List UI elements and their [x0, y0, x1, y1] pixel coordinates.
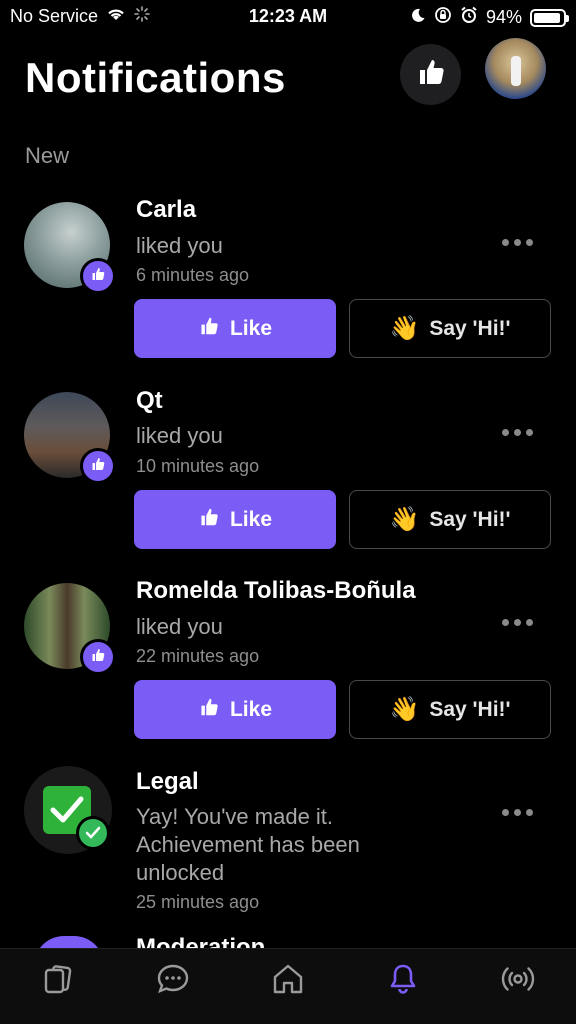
waving-hand-icon: 👋 [389, 315, 420, 342]
notification-name: Carla [136, 196, 197, 223]
nav-chat[interactable] [143, 961, 203, 1017]
user-avatar[interactable] [24, 392, 116, 484]
notification-text: Yay! You've made it. Achievement has bee… [136, 804, 360, 885]
notification-name: Legal [136, 768, 199, 795]
status-bar: No Service 12:23 AM 94% [0, 0, 576, 34]
achievement-avatar[interactable] [24, 766, 112, 854]
page-title: Notifications [25, 54, 286, 101]
home-icon [270, 961, 306, 1002]
thumbs-up-icon [198, 315, 220, 343]
thumbs-up-icon [198, 506, 220, 534]
say-hi-label: Say 'Hi!' [429, 697, 511, 721]
avatar-figure [511, 56, 521, 86]
notification-name: Qt [136, 387, 163, 414]
notification-text: liked you [136, 614, 223, 639]
bell-icon [385, 961, 421, 1002]
notification-text: liked you [136, 423, 223, 448]
chat-icon [155, 961, 191, 1002]
battery-level [534, 12, 561, 23]
notification-name: Romelda Tolibas-Boñula [136, 577, 416, 604]
profile-avatar[interactable] [485, 38, 546, 99]
nav-home[interactable] [258, 961, 318, 1017]
more-options-icon[interactable] [502, 422, 542, 442]
more-options-icon[interactable] [502, 802, 542, 822]
like-button[interactable]: Like [134, 490, 336, 549]
say-hi-label: Say 'Hi!' [429, 316, 511, 340]
battery-percent: 94% [485, 7, 522, 27]
say-hi-button[interactable]: 👋 Say 'Hi!' [349, 299, 551, 358]
thumbs-up-icon [90, 456, 106, 477]
user-avatar[interactable] [24, 583, 116, 675]
like-badge [80, 639, 116, 675]
section-label-new: New [25, 143, 70, 168]
say-hi-label: Say 'Hi!' [429, 507, 511, 531]
like-button-label: Like [229, 316, 273, 340]
notification-time: 6 minutes ago [136, 265, 250, 285]
notification-time: 22 minutes ago [136, 646, 260, 666]
bottom-nav [0, 948, 576, 1024]
more-options-icon[interactable] [502, 612, 542, 632]
more-options-icon[interactable] [502, 232, 542, 252]
waving-hand-icon: 👋 [389, 696, 420, 723]
notification-time: 25 minutes ago [136, 892, 260, 912]
likes-button[interactable] [400, 44, 461, 105]
like-badge [80, 258, 116, 294]
live-icon [500, 961, 536, 1002]
battery-icon [530, 8, 569, 27]
thumbs-up-icon [90, 647, 106, 668]
like-button[interactable]: Like [134, 680, 336, 739]
like-button-label: Like [229, 507, 273, 531]
alarm-icon [460, 6, 478, 29]
notification-text: liked you [136, 233, 223, 258]
like-button-label: Like [229, 697, 273, 721]
achievement-avatar-bg [24, 766, 112, 854]
user-avatar[interactable] [24, 202, 116, 294]
nav-live[interactable] [488, 961, 548, 1017]
checkmark-badge-icon [76, 816, 110, 850]
say-hi-button[interactable]: 👋 Say 'Hi!' [349, 680, 551, 739]
notification-time: 10 minutes ago [136, 456, 260, 476]
like-badge [80, 448, 116, 484]
waving-hand-icon: 👋 [389, 506, 420, 533]
say-hi-button[interactable]: 👋 Say 'Hi!' [349, 490, 551, 549]
moon-icon [410, 7, 426, 28]
thumbs-up-icon [198, 696, 220, 724]
nav-cards[interactable] [28, 961, 88, 1017]
thumbs-up-icon [90, 266, 106, 287]
like-button[interactable]: Like [134, 299, 336, 358]
orientation-lock-icon [434, 6, 452, 29]
thumbs-up-icon [415, 56, 447, 93]
cards-icon [40, 961, 76, 1002]
nav-notifications[interactable] [373, 961, 433, 1017]
partial-notification-name: Moderation [136, 936, 265, 948]
